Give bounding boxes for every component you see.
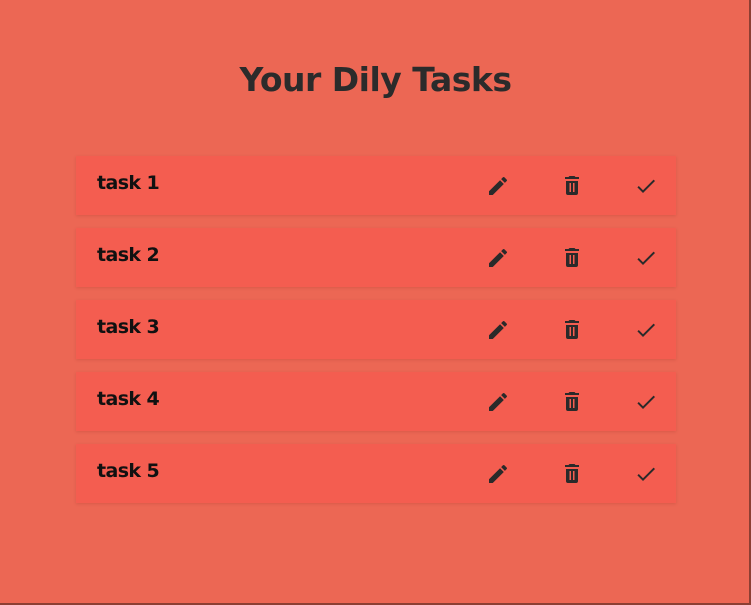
trash-icon <box>565 464 579 483</box>
trash-icon <box>565 392 579 411</box>
complete-button[interactable] <box>634 462 658 486</box>
task-row: task 2 <box>76 228 676 287</box>
checkmark-icon <box>637 179 655 193</box>
task-row: task 5 <box>76 444 676 503</box>
checkmark-icon <box>637 467 655 481</box>
edit-button[interactable] <box>486 246 510 270</box>
trash-icon <box>565 176 579 195</box>
pencil-icon <box>489 176 508 195</box>
complete-button[interactable] <box>634 318 658 342</box>
pencil-icon <box>489 248 508 267</box>
pencil-icon <box>489 392 508 411</box>
pencil-icon <box>489 320 508 339</box>
task-label: task 1 <box>97 172 160 194</box>
task-row: task 3 <box>76 300 676 359</box>
task-row: task 4 <box>76 372 676 431</box>
delete-button[interactable] <box>560 390 584 414</box>
delete-button[interactable] <box>560 318 584 342</box>
task-label: task 3 <box>97 316 160 338</box>
edit-button[interactable] <box>486 174 510 198</box>
task-list: task 1 task 2 task 3 task 4 task 5 <box>76 156 676 516</box>
task-label: task 2 <box>97 244 160 266</box>
pencil-icon <box>489 464 508 483</box>
delete-button[interactable] <box>560 462 584 486</box>
trash-icon <box>565 320 579 339</box>
edit-button[interactable] <box>486 462 510 486</box>
task-label: task 5 <box>97 460 160 482</box>
complete-button[interactable] <box>634 246 658 270</box>
complete-button[interactable] <box>634 174 658 198</box>
edit-button[interactable] <box>486 318 510 342</box>
checkmark-icon <box>637 395 655 409</box>
trash-icon <box>565 248 579 267</box>
complete-button[interactable] <box>634 390 658 414</box>
checkmark-icon <box>637 323 655 337</box>
task-row: task 1 <box>76 156 676 215</box>
app-window: Your Dily Tasks task 1 task 2 task 3 tas… <box>0 0 751 605</box>
delete-button[interactable] <box>560 246 584 270</box>
page-title: Your Dily Tasks <box>239 60 512 99</box>
task-label: task 4 <box>97 388 160 410</box>
edit-button[interactable] <box>486 390 510 414</box>
checkmark-icon <box>637 251 655 265</box>
delete-button[interactable] <box>560 174 584 198</box>
